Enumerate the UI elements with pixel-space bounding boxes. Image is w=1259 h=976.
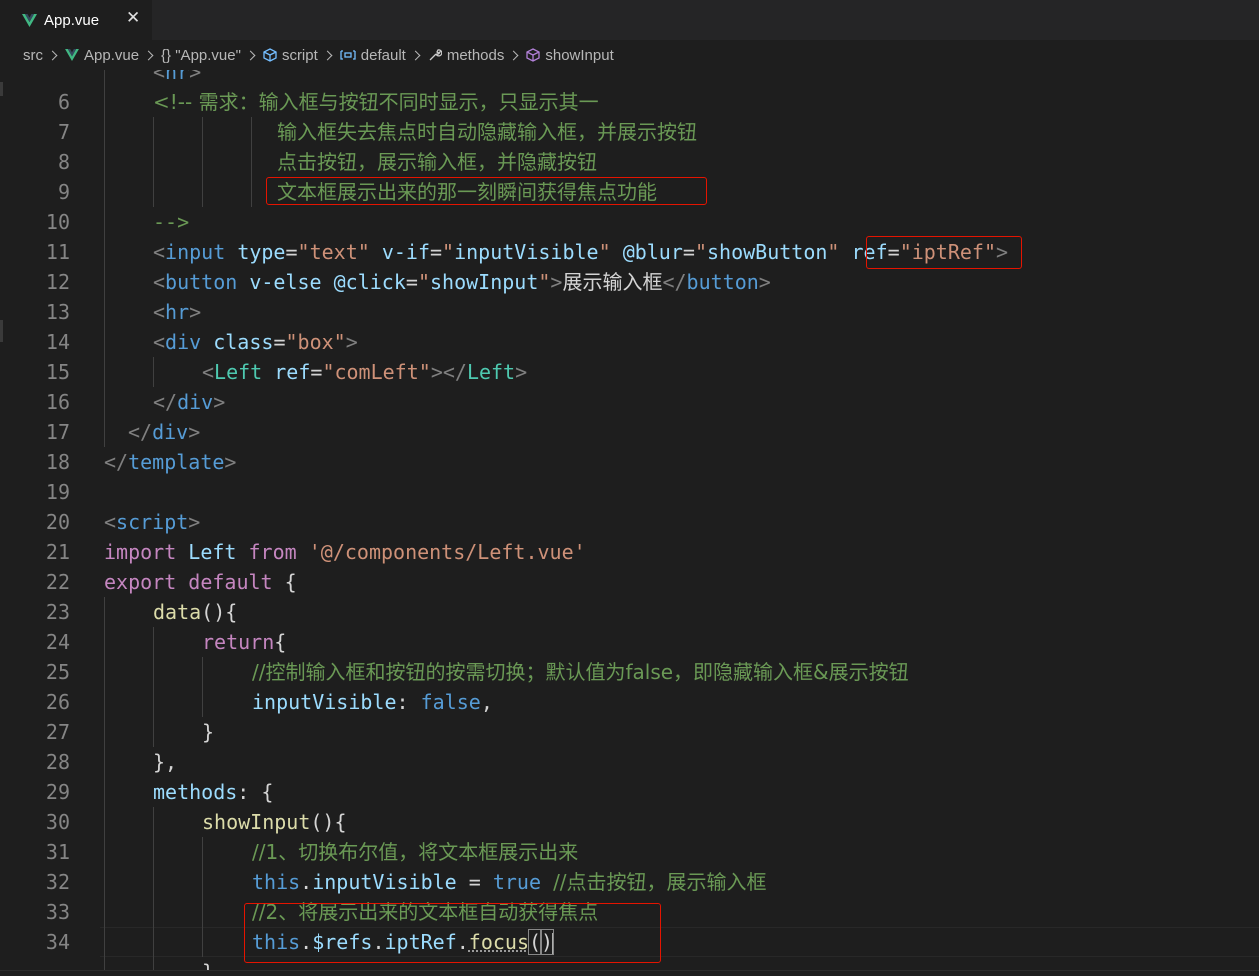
code-line: 6 <hr> [0, 70, 1259, 114]
breadcrumb: src App.vue {} "App.vue" script default … [0, 40, 1259, 70]
code-text: <input type="text" v-if="inputVisible" @… [153, 240, 1009, 264]
code-line: 12 <input type="text" v-if="inputVisible… [0, 237, 1259, 294]
code-line: 14 <hr> [0, 297, 1259, 354]
code-text: showInput(){ [202, 810, 347, 834]
code-line: 10 文本框展示出来的那一刻瞬间获得焦点功能 [0, 177, 1259, 234]
code-lines: 6 <hr> 7 <!-- 需求：输入框与按钮不同时显示，只显示其一 8 输入框… [0, 70, 1259, 976]
code-line: 19 </template> [0, 447, 1259, 504]
code-text: export default { [104, 570, 297, 594]
vue-icon [22, 13, 37, 27]
code-line: 24 data(){ [0, 597, 1259, 654]
tab-label: App.vue [44, 11, 100, 29]
code-line: 22 import Left from '@/components/Left.v… [0, 537, 1259, 594]
code-line: 27 inputVisible: false, [0, 687, 1259, 744]
breadcrumb-showinput[interactable]: showInput [526, 47, 614, 64]
code-text: </div> [153, 390, 226, 414]
code-line: 11 --> [0, 207, 1259, 264]
comment-text: --> [153, 210, 190, 234]
breadcrumb-src[interactable]: src [23, 47, 43, 64]
code-line: 31 showInput(){ [0, 807, 1259, 864]
code-line: 9 点击按钮，展示输入框，并隐藏按钮 [0, 147, 1259, 204]
code-text: <div class="box"> [153, 330, 358, 354]
code-text: </template> [104, 450, 237, 474]
code-text: <Left ref="comLeft"></Left> [202, 360, 528, 384]
code-line: 33 this.inputVisible = true //点击按钮，展示输入框 [0, 867, 1259, 924]
chevron-right-icon [247, 48, 257, 62]
code-line: 30 methods: { [0, 777, 1259, 834]
chevron-right-icon [324, 48, 334, 62]
code-line: 25 return{ [0, 627, 1259, 684]
code-line: 34 //2、将展示出来的文本框自动获得焦点 [0, 897, 1259, 954]
breadcrumb-methods[interactable]: methods [428, 47, 504, 64]
code-line: 15 <div class="box"> [0, 327, 1259, 384]
code-line: 29 }, [0, 747, 1259, 804]
comment-text: //1、切换布尔值，将文本框展示出来 [252, 840, 579, 864]
tab-bar: App.vue ✕ [0, 0, 1259, 40]
code-text: return{ [202, 630, 287, 654]
comment-text: 点击按钮，展示输入框，并隐藏按钮 [277, 150, 597, 174]
code-line: 16 <Left ref="comLeft"></Left> [0, 357, 1259, 414]
tab-app-vue[interactable]: App.vue ✕ [0, 0, 152, 40]
code-line: 8 输入框失去焦点时自动隐藏输入框，并展示按钮 [0, 117, 1259, 174]
code-line: 20 [0, 477, 1259, 534]
code-text: import Left from '@/components/Left.vue' [104, 540, 586, 564]
comment-text: //2、将展示出来的文本框自动获得焦点 [252, 900, 599, 924]
code-text: </div> [128, 420, 201, 444]
comment-text: <!-- 需求：输入框与按钮不同时显示，只显示其一 [153, 90, 599, 114]
code-text: <script> [104, 510, 201, 534]
code-text: methods: { [153, 780, 274, 804]
close-icon[interactable]: ✕ [126, 8, 140, 28]
code-text: data(){ [153, 600, 238, 624]
variable-icon [340, 50, 356, 60]
comment-text: //控制输入框和按钮的按需切换；默认值为false，即隐藏输入框&展示按钮 [252, 660, 909, 684]
code-line: 21 <script> [0, 507, 1259, 564]
code-line: 32 //1、切换布尔值，将文本框展示出来 [0, 837, 1259, 894]
text-caret [552, 932, 555, 955]
code-text: }, [153, 750, 178, 774]
breadcrumb-script[interactable]: script [263, 47, 318, 64]
code-line: 28 } [0, 717, 1259, 774]
code-line: 7 <!-- 需求：输入框与按钮不同时显示，只显示其一 [0, 87, 1259, 144]
code-text: <button v-else @click="showInput">展示输入框<… [153, 270, 771, 294]
code-line: 18 </div> [0, 417, 1259, 474]
wrench-icon [429, 49, 442, 61]
bottom-edge [0, 970, 1259, 976]
vue-icon [65, 49, 79, 61]
comment-text: 文本框展示出来的那一刻瞬间获得焦点功能 [277, 180, 657, 204]
breadcrumb-app-vue[interactable]: App.vue [65, 47, 139, 64]
code-line: 17 </div> [0, 387, 1259, 444]
chevron-right-icon [412, 48, 422, 62]
breadcrumb-object[interactable]: {} "App.vue" [161, 47, 241, 64]
chevron-right-icon [49, 48, 59, 62]
method-icon [526, 48, 541, 62]
code-text: } [202, 720, 215, 744]
breadcrumb-default[interactable]: default [340, 47, 406, 64]
code-line: 13 <button v-else @click="showInput">展示输… [0, 267, 1259, 324]
chevron-right-icon [145, 48, 155, 62]
code-text: this.inputVisible = true //点击按钮，展示输入框 [252, 870, 767, 894]
comment-text: 输入框失去焦点时自动隐藏输入框，并展示按钮 [277, 120, 697, 144]
code-editor[interactable]: 6 <hr> 7 <!-- 需求：输入框与按钮不同时显示，只显示其一 8 输入框… [0, 70, 1259, 976]
code-text: <hr> [153, 300, 202, 324]
code-text: <hr> [153, 70, 202, 84]
code-line: 23 export default { [0, 567, 1259, 624]
chevron-right-icon [510, 48, 520, 62]
code-text: this.$refs.iptRef.focus() [252, 929, 555, 955]
code-line-active: 35 this.$refs.iptRef.focus() [0, 927, 1259, 957]
code-line: 26 //控制输入框和按钮的按需切换；默认值为false，即隐藏输入框&展示按钮 [0, 657, 1259, 714]
code-text: inputVisible: false, [252, 690, 493, 714]
cube-icon [263, 48, 277, 62]
